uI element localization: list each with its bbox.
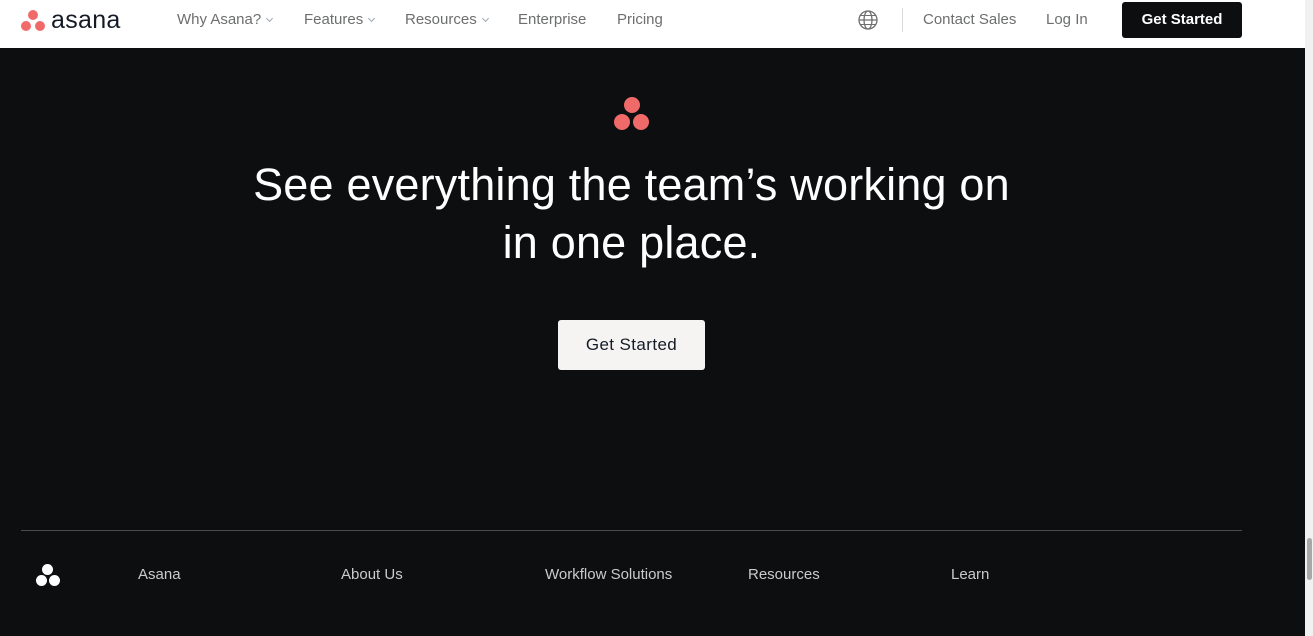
asana-logo-icon: [613, 97, 651, 131]
footer-heading-learn[interactable]: Learn: [951, 566, 989, 584]
log-in-link[interactable]: Log In: [1046, 10, 1088, 30]
footer-heading-about-us[interactable]: About Us: [341, 566, 403, 584]
chevron-down-icon: [368, 14, 376, 23]
chevron-down-icon: [266, 14, 274, 23]
nav-pricing[interactable]: Pricing: [617, 10, 663, 30]
hero-section: See everything the team’s working on in …: [0, 48, 1305, 636]
nav-pricing-label: Pricing: [617, 11, 663, 28]
asana-logo-link[interactable]: asana: [20, 7, 121, 33]
page-scrollbar[interactable]: [1305, 0, 1313, 636]
globe-icon[interactable]: [857, 9, 879, 31]
nav-features-label: Features: [304, 11, 364, 28]
nav-enterprise-label: Enterprise: [518, 11, 587, 28]
logo-wordmark: asana: [51, 6, 121, 34]
nav-features[interactable]: Features: [304, 10, 376, 30]
nav-get-started-button[interactable]: Get Started: [1122, 2, 1242, 38]
nav-divider: [902, 8, 903, 32]
footer-divider: [21, 530, 1242, 531]
chevron-down-icon: [481, 14, 489, 23]
top-nav: asana Why Asana? Features Resources Ente…: [0, 0, 1305, 48]
nav-why-asana-label: Why Asana?: [177, 11, 262, 28]
scrollbar-thumb[interactable]: [1307, 538, 1312, 580]
nav-enterprise[interactable]: Enterprise: [518, 10, 586, 30]
footer-heading-workflow-solutions[interactable]: Workflow Solutions: [545, 566, 672, 584]
nav-why-asana[interactable]: Why Asana?: [177, 10, 274, 30]
hero-get-started-button[interactable]: Get Started: [558, 320, 705, 370]
asana-logo-icon[interactable]: [36, 564, 62, 588]
hero-headline-line-1: See everything the team’s working on: [253, 159, 1010, 210]
nav-resources[interactable]: Resources: [405, 10, 489, 30]
hero-headline: See everything the team’s working on in …: [150, 156, 1113, 272]
footer-heading-resources[interactable]: Resources: [748, 566, 820, 584]
page: asana Why Asana? Features Resources Ente…: [0, 0, 1313, 636]
asana-logo-icon: [20, 9, 46, 31]
contact-sales-link[interactable]: Contact Sales: [923, 10, 1016, 30]
footer-heading-asana[interactable]: Asana: [138, 566, 181, 584]
nav-resources-label: Resources: [405, 11, 477, 28]
hero-headline-line-2: in one place.: [502, 217, 761, 268]
